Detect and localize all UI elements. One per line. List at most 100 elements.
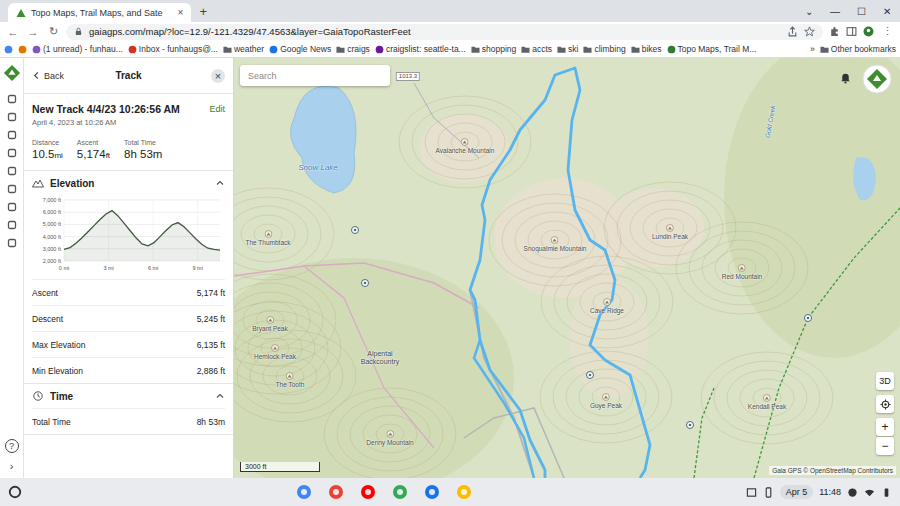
profile-avatar-icon[interactable]: [863, 26, 874, 37]
gear-icon[interactable]: [7, 148, 17, 158]
folder-icon: [631, 45, 640, 54]
address-bar[interactable]: gaiagps.com/map/?loc=12.9/-121.4329/47.4…: [66, 24, 823, 40]
tab-close-button[interactable]: ×: [178, 7, 184, 18]
3d-button[interactable]: 3D: [876, 372, 894, 390]
extensions-icon[interactable]: [829, 26, 840, 37]
app-icon[interactable]: [456, 484, 472, 500]
elevation-line[interactable]: [64, 211, 220, 251]
x-tick: 3 mi: [103, 265, 113, 271]
status-icon[interactable]: [847, 487, 858, 498]
folder-icon: [471, 45, 480, 54]
section-header[interactable]: Time: [24, 384, 233, 408]
site-favicon-icon: [128, 45, 137, 54]
bookmark[interactable]: Google News: [269, 44, 331, 54]
section-header[interactable]: Elevation: [24, 171, 233, 195]
bookmark[interactable]: climbing: [583, 44, 625, 54]
elevation-chart: 7,000 ft6,000 ft5,000 ft4,000 ft3,000 ft…: [28, 195, 224, 273]
bookmark[interactable]: (1 unread) - funhau...: [32, 44, 123, 54]
track-line[interactable]: [470, 68, 650, 478]
search-input[interactable]: Search: [240, 65, 390, 86]
map-label: Snow Lake: [298, 164, 338, 173]
share-icon[interactable]: [787, 26, 798, 37]
app-icon[interactable]: [392, 484, 408, 500]
close-button[interactable]: ×: [211, 69, 225, 83]
layers-icon[interactable]: [7, 112, 17, 122]
edit-button[interactable]: Edit: [209, 104, 225, 114]
lake: [853, 157, 876, 200]
account-avatar-icon[interactable]: [862, 64, 892, 94]
bookmark[interactable]: [18, 45, 27, 54]
zoom-out-button[interactable]: −: [876, 437, 894, 455]
clock[interactable]: 11:48: [819, 487, 841, 497]
app-icon[interactable]: [296, 484, 312, 500]
phone-hub-icon[interactable]: [763, 487, 774, 498]
bookmark[interactable]: bikes: [631, 44, 662, 54]
window-control-button[interactable]: —: [822, 6, 848, 17]
map-label: Lundin Peak: [652, 224, 688, 240]
bookmark[interactable]: [4, 45, 13, 54]
bell-icon[interactable]: [839, 71, 852, 84]
map[interactable]: Snow Lake Avalanche Mountain The Thumbta…: [234, 58, 900, 478]
trail: [694, 388, 714, 478]
peak-icon: [666, 224, 674, 232]
window-control-button[interactable]: ⌄: [796, 6, 822, 17]
star-icon[interactable]: [804, 26, 815, 37]
gaia-logo-icon[interactable]: [3, 64, 21, 82]
locate-button[interactable]: [876, 395, 894, 413]
browser-tab[interactable]: Topo Maps, Trail Maps, and Sate ×: [8, 3, 191, 22]
screen-capture-icon[interactable]: [746, 487, 757, 498]
more-bookmarks-button[interactable]: »: [810, 44, 815, 54]
side-panel-icon[interactable]: [846, 26, 857, 37]
print-icon[interactable]: [7, 238, 17, 248]
folder-icon: [583, 45, 592, 54]
nav-button[interactable]: ←: [6, 26, 20, 38]
import-icon[interactable]: [7, 220, 17, 230]
map-pin-icon[interactable]: [352, 227, 359, 234]
bookmark[interactable]: weather: [223, 44, 264, 54]
wifi-icon[interactable]: [864, 487, 875, 498]
nav-button[interactable]: →: [26, 26, 40, 38]
topo-map[interactable]: [234, 58, 900, 478]
back-button[interactable]: Back: [32, 71, 82, 81]
new-tab-button[interactable]: +: [191, 4, 215, 19]
screen: Topo Maps, Trail Maps, and Sate × + ⌄—☐✕…: [0, 0, 900, 506]
other-bookmarks[interactable]: Other bookmarks: [820, 44, 896, 54]
x-tick: 6 mi: [148, 265, 158, 271]
map-label: Denny Mountain: [366, 430, 413, 446]
map-pin-icon[interactable]: [362, 280, 369, 287]
zoom-in-button[interactable]: +: [876, 418, 894, 436]
date[interactable]: Apr 5: [780, 485, 814, 499]
bookmark[interactable]: shopping: [471, 44, 517, 54]
battery-icon[interactable]: [881, 487, 892, 498]
bookmark[interactable]: craigs: [336, 44, 370, 54]
bookmark[interactable]: craigslist: seattle-ta...: [375, 44, 466, 54]
launcher-icon[interactable]: [8, 485, 22, 499]
bookmark[interactable]: ski: [557, 44, 578, 54]
area-icon[interactable]: [7, 202, 17, 212]
peak-icon: [738, 264, 746, 272]
map-pin-icon[interactable]: [805, 315, 812, 322]
map-label: Cave Ridge: [590, 298, 624, 314]
bookmark[interactable]: Inbox - funhaugs@...: [128, 44, 218, 54]
map-pin-icon[interactable]: [587, 372, 594, 379]
bookmark[interactable]: accts: [521, 44, 552, 54]
map-pin-icon[interactable]: [687, 422, 694, 429]
app-icon[interactable]: [360, 484, 376, 500]
window-control-button[interactable]: ✕: [874, 6, 900, 17]
folder-icon[interactable]: [7, 130, 17, 140]
window-control-button[interactable]: ☐: [848, 6, 874, 17]
bookmark[interactable]: Topo Maps, Trail M...: [667, 44, 757, 54]
pin-icon[interactable]: [7, 166, 17, 176]
help-button[interactable]: ?: [5, 439, 19, 453]
app-icon[interactable]: [424, 484, 440, 500]
app-icon[interactable]: [328, 484, 344, 500]
peak-icon: [271, 344, 279, 352]
address-row: ← → ↻ gaiagps.com/map/?loc=12.9/-121.4329/…: [0, 22, 900, 41]
map-icon[interactable]: [7, 94, 17, 104]
expand-button[interactable]: ›: [10, 461, 14, 472]
nav-button[interactable]: ↻: [46, 25, 60, 38]
zoom-controls: + −: [876, 418, 894, 455]
browser-menu-button[interactable]: ⋮: [880, 25, 894, 38]
route-icon[interactable]: [7, 184, 17, 194]
track-line[interactable]: [474, 340, 534, 478]
